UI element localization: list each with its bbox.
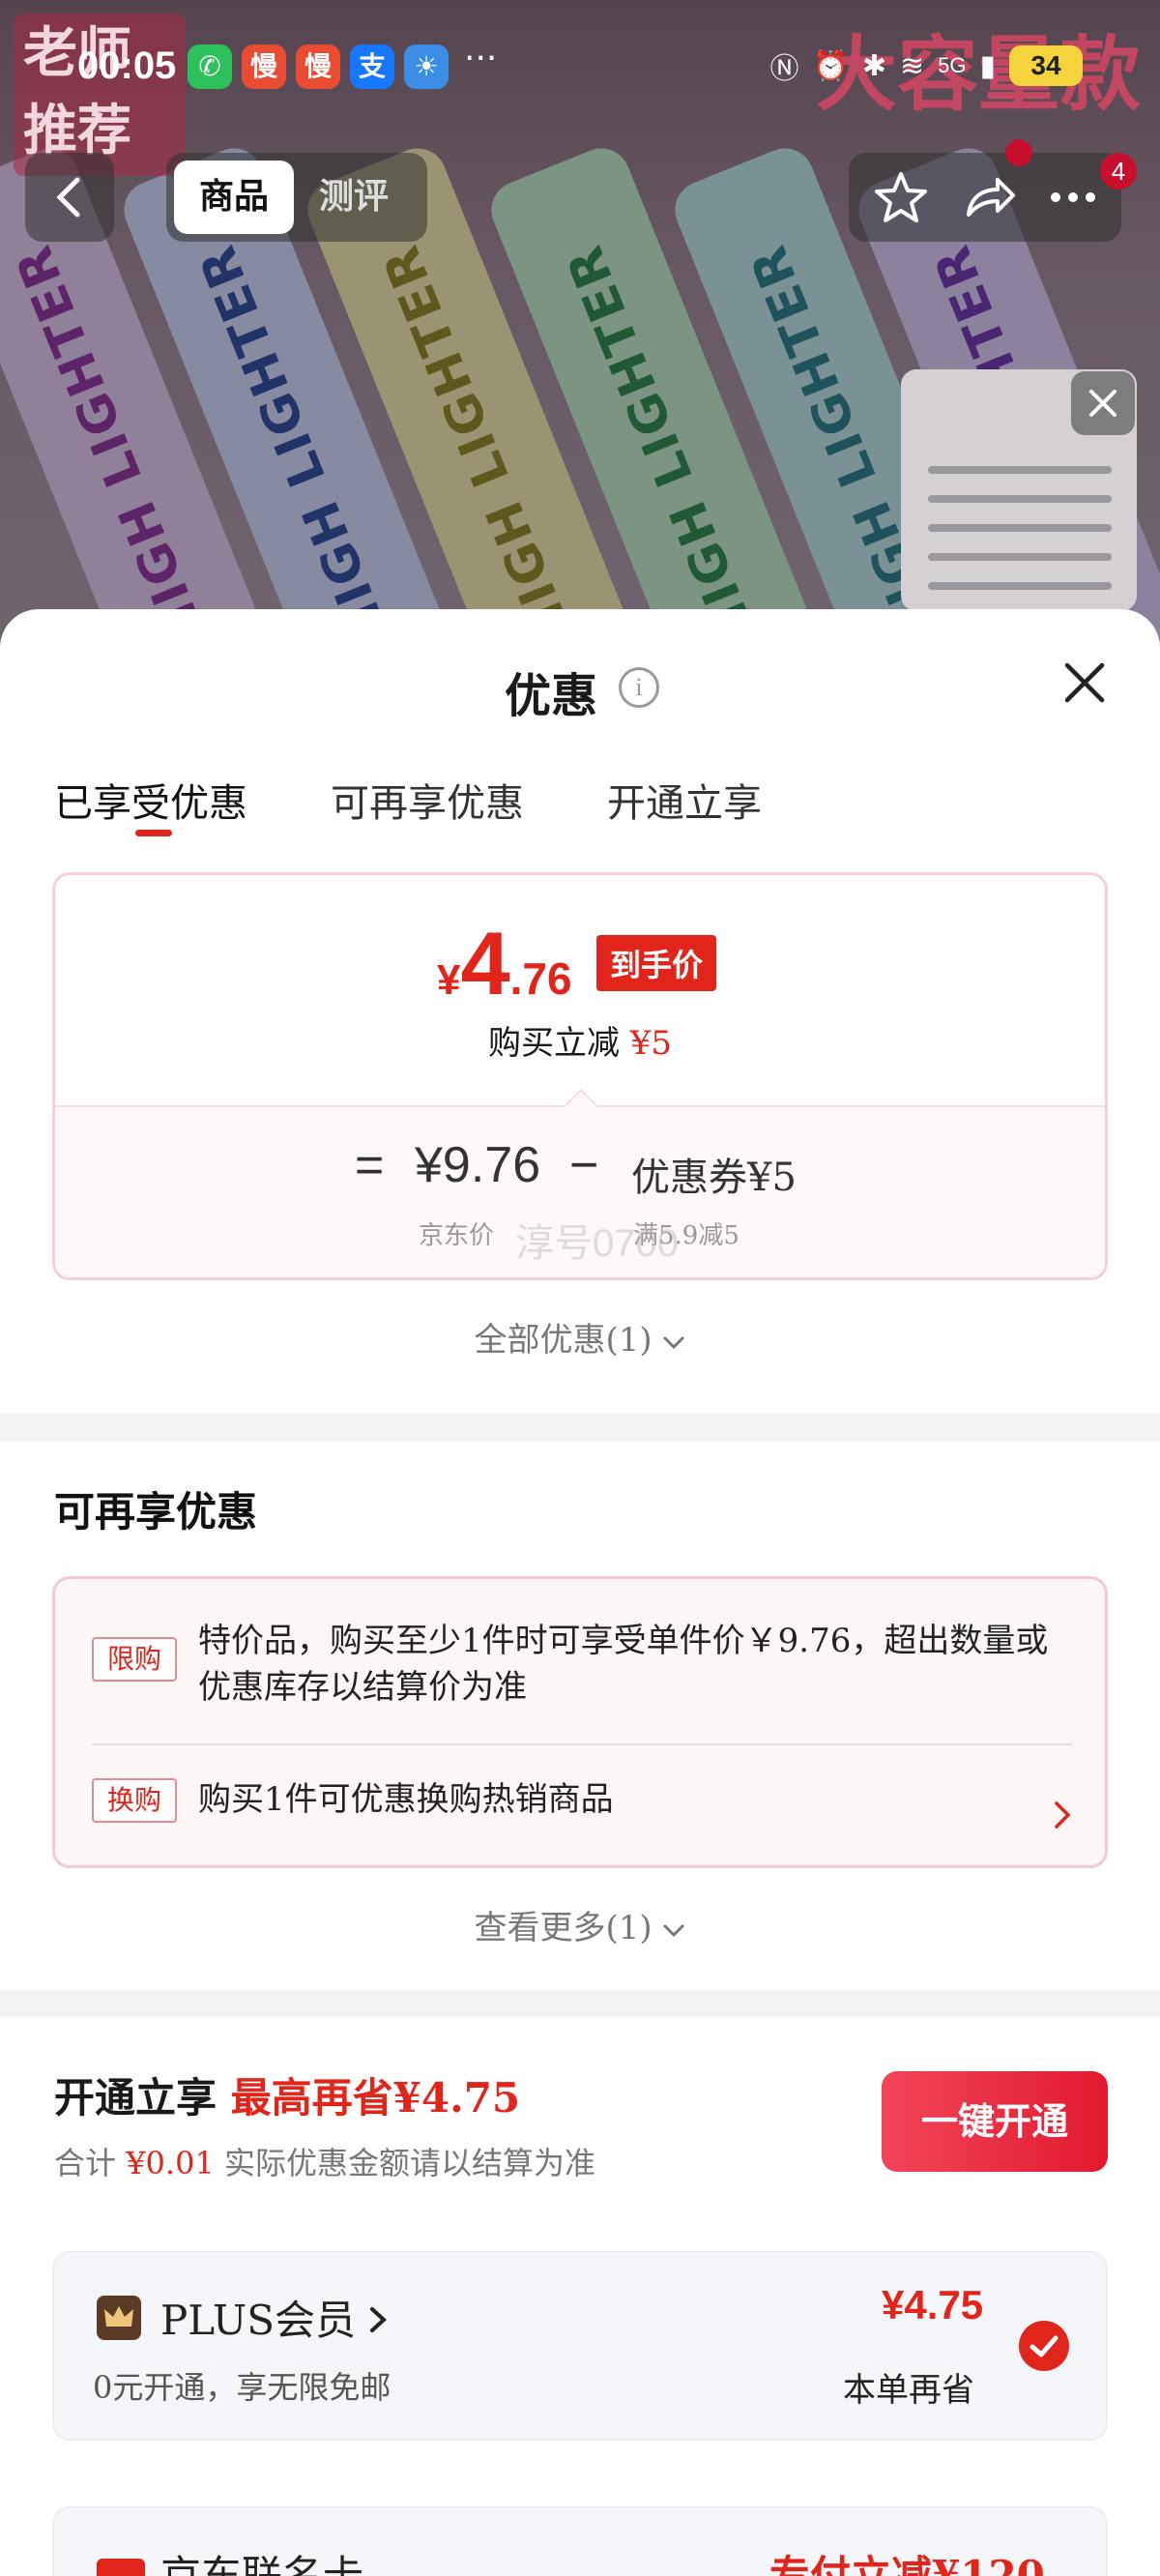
chevron-right-icon [1055,1801,1071,1829]
signal-icon: ▮ [979,48,996,83]
close-icon [1089,390,1116,417]
alarm-icon: ⏰ [812,48,849,83]
mini-video-close-button[interactable] [1071,371,1135,435]
plus-member-name[interactable]: PLUS会员 [160,2288,390,2347]
sheet-title: 优惠 [504,669,597,723]
tab-enjoyed[interactable]: 已享受优惠 [54,772,247,828]
jd-card-name: 京东联名卡 [160,2552,364,2576]
jd-card-discount: 专付立减¥120 [769,2552,1045,2576]
sheet-close-button[interactable] [1061,659,1108,706]
mini-video-content [928,466,1112,611]
slow-app-icon-2: 慢 [296,44,340,89]
tab-more-offers[interactable]: 可再享优惠 [331,772,524,828]
watermark: 淳号0700 [515,1222,679,1265]
status-bar: 00:05 ✆ 慢 慢 支 ☀ ··· Ⓝ ⏰ ✱ ≋ 5G ▮ 34 [0,39,1160,102]
tab-review[interactable]: 测评 [294,161,414,234]
nfc-icon: Ⓝ [769,52,799,86]
one-click-open-button[interactable]: 一键开通 [882,2071,1108,2172]
tab-product[interactable]: 商品 [174,161,294,234]
back-button[interactable] [25,153,114,242]
battery-icon: 34 [1009,45,1083,86]
info-icon[interactable]: i [619,667,659,708]
share-icon[interactable] [957,166,1019,228]
divider [92,1743,1072,1745]
enjoyed-panel: 优惠 i 已享受优惠 可再享优惠 开通立享 ¥4.76 到手价 购买立减 ¥5 … [0,609,1160,1414]
open-enjoy-title: 开通立享 最高再省¥4.75 [54,2074,521,2122]
bluetooth-icon: ✱ [861,48,886,83]
slow-app-icon: 慢 [242,44,286,89]
plus-member-card[interactable]: PLUS会员 0元开通，享无限免邮 ¥4.75 本单再省 [52,2251,1108,2441]
alipay-icon: 支 [350,44,394,89]
system-icons: Ⓝ ⏰ ✱ ≋ 5G ▮ 34 [769,44,1083,87]
limit-description: 特价品，购买至少1件时可享受单件价￥9.76，超出数量或优惠库存以结算价为准 [198,1622,1049,1707]
swap-description: 购买1件可优惠换购热销商品 [198,1780,614,1819]
instant-reduce: 购买立减 ¥5 [487,1024,673,1063]
selected-check-icon[interactable] [1019,2321,1069,2371]
offer-tabs: 已享受优惠 可再享优惠 开通立享 [54,772,762,828]
plus-saving-label: 本单再省 [843,2371,974,2410]
discount-sheet: 优惠 i 已享受优惠 可再享优惠 开通立享 ¥4.76 到手价 购买立减 ¥5 … [0,609,1160,2576]
final-price: ¥4.76 [437,915,572,1013]
swap-tag: 换购 [92,1778,177,1823]
final-price-badge: 到手价 [596,935,717,991]
limit-tag: 限购 [92,1637,177,1682]
favorite-star-icon[interactable] [870,166,932,228]
message-badge: 4 [1100,153,1137,190]
tab-open-enjoy[interactable]: 开通立享 [607,772,762,828]
back-arrow-icon [56,177,80,218]
chevron-down-icon [663,1336,684,1350]
wifi-icon: ≋ [899,48,925,83]
plus-saving-amount: ¥4.75 [882,2282,984,2327]
nav-actions [849,153,1121,242]
chevron-down-icon [663,1924,684,1938]
see-more-toggle[interactable]: 查看更多(1) [0,1901,1160,1948]
network-label: 5G [938,53,967,77]
more-offers-title: 可再享优惠 [54,1488,258,1536]
plus-member-description: 0元开通，享无限免邮 [93,2369,392,2406]
jd-cobrand-card[interactable]: 京东联名卡 专付立减¥120 [52,2506,1108,2576]
open-enjoy-subtitle: 合计 ¥0.01 实际优惠金额请以结算为准 [54,2145,595,2181]
coupon-amount: 优惠券¥5 [631,1156,797,1200]
limit-offer-card: 限购 特价品，购买至少1件时可享受单件价￥9.76，超出数量或优惠库存以结算价为… [52,1576,1108,1868]
tab-active-indicator [135,830,172,836]
jd-price: ¥9.76 [415,1137,541,1193]
price-card: ¥4.76 到手价 购买立减 ¥5 = ¥9.76 − 优惠券¥5 京东价 满5… [52,872,1108,1280]
crown-icon [97,2296,141,2340]
more-icon[interactable] [1042,166,1104,228]
all-offers-toggle[interactable]: 全部优惠(1) [0,1313,1160,1361]
credit-card-icon [97,2559,145,2576]
weather-icon: ☀ [404,44,449,89]
share-notification-dot [1005,139,1032,166]
wechat-icon: ✆ [188,44,232,89]
status-time: 00:05 [77,44,177,87]
jd-price-label: 京东价 [419,1221,495,1250]
nav-tabs: 商品 测评 [166,153,427,242]
chevron-right-icon [370,2307,388,2332]
more-notifications-icon: ··· [464,39,498,78]
